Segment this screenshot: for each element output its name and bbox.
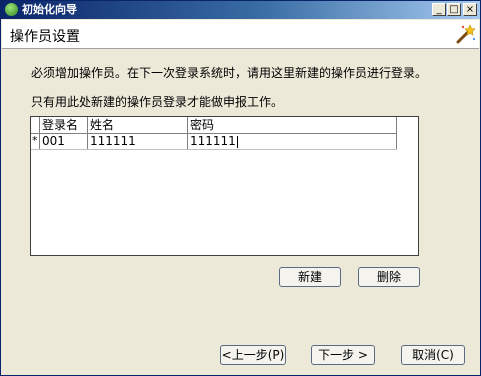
page-header: 操作员设置: [2, 20, 479, 49]
close-button[interactable]: ×: [463, 3, 477, 16]
title-bar: 初始化向导 _ □ ×: [1, 1, 480, 19]
minimize-button[interactable]: _: [432, 3, 446, 16]
instruction-line-1: 必须增加操作员。在下一次登录系统时，请用这里新建的操作员进行登录。: [31, 66, 428, 80]
page-title: 操作员设置: [10, 29, 80, 45]
grid-header-indicator: [31, 117, 40, 133]
cell-login[interactable]: 001: [40, 133, 88, 149]
instruction-line-2: 只有用此处新建的操作员登录才能做申报工作。: [31, 95, 284, 109]
cell-name[interactable]: 111111: [88, 133, 188, 149]
grid-header: 登录名 姓名 密码: [31, 117, 397, 134]
cancel-button[interactable]: 取消(C): [401, 345, 465, 365]
column-header-name[interactable]: 姓名: [88, 117, 188, 133]
table-row[interactable]: * 001 111111 111111: [31, 133, 397, 150]
row-indicator: *: [31, 133, 40, 149]
column-header-login[interactable]: 登录名: [40, 117, 88, 133]
operator-grid[interactable]: 登录名 姓名 密码 * 001 111111 111111: [30, 116, 419, 256]
text-caret: [236, 135, 238, 148]
back-button[interactable]: <上一步(P): [220, 345, 286, 365]
wizard-window: 初始化向导 _ □ × 操作员设置 必须增加操作员。在下一次登录系统时，请用这里…: [0, 0, 481, 376]
magic-wand-icon: [456, 24, 476, 44]
next-button[interactable]: 下一步 >: [311, 345, 375, 365]
new-button[interactable]: 新建: [279, 267, 341, 287]
cell-password-value: 111111: [190, 134, 236, 148]
delete-button[interactable]: 删除: [358, 267, 420, 287]
app-icon: [5, 3, 18, 16]
cell-password[interactable]: 111111: [188, 133, 397, 149]
column-header-password[interactable]: 密码: [188, 117, 397, 133]
maximize-button[interactable]: □: [447, 3, 461, 16]
window-title: 初始化向导: [22, 3, 77, 16]
